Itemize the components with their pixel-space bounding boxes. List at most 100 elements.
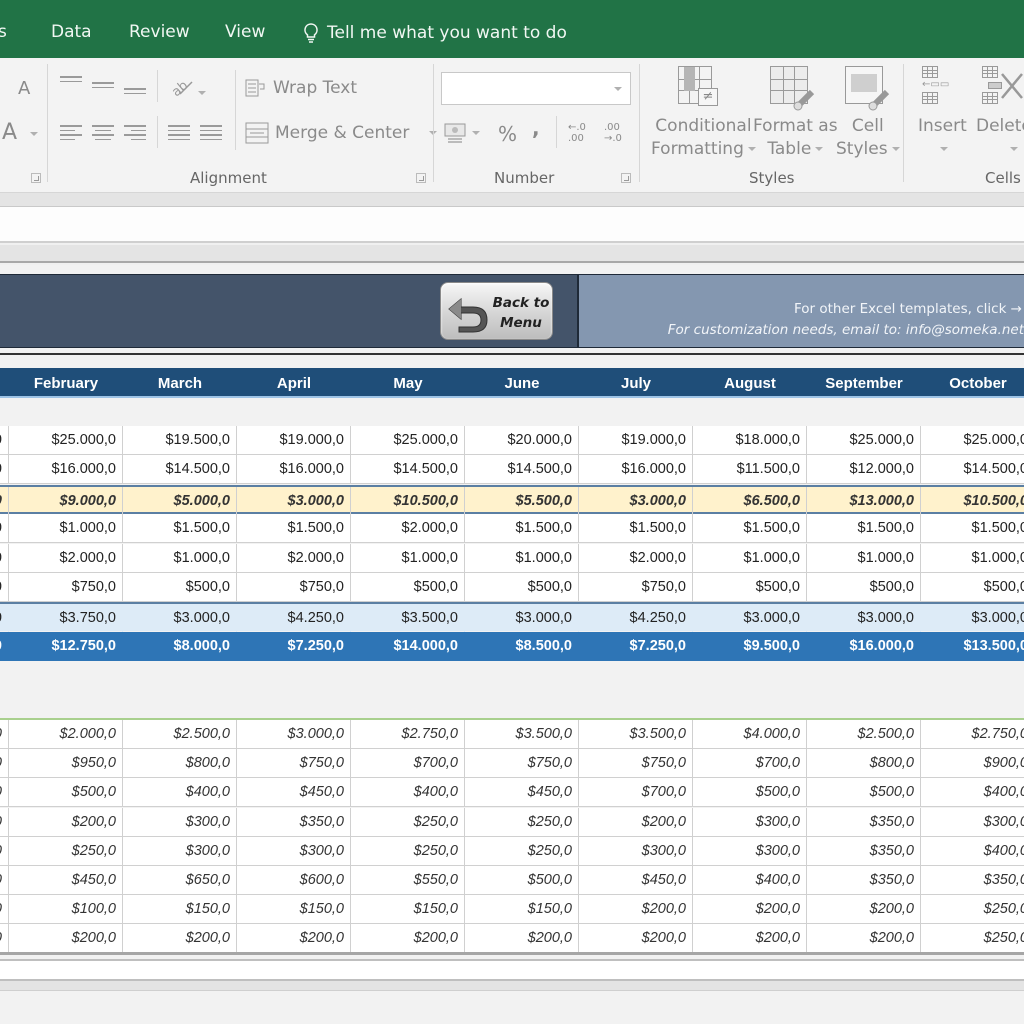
- delete-button[interactable]: Delete: [976, 115, 1024, 161]
- table-cell[interactable]: $3.000,0: [465, 604, 579, 634]
- table-cell[interactable]: $3.000,0: [237, 720, 351, 749]
- grow-font-button[interactable]: A: [18, 78, 30, 99]
- table-cell[interactable]: $700,0: [693, 749, 807, 779]
- table-cell[interactable]: $500,0: [351, 573, 465, 602]
- table-cell[interactable]: $950,0: [9, 749, 123, 779]
- table-cell[interactable]: $1.500,0: [123, 514, 237, 544]
- table-cell[interactable]: $500,0: [465, 573, 579, 602]
- table-cell[interactable]: $12.000,0: [807, 455, 921, 485]
- table-cell[interactable]: $4.250,0: [579, 604, 693, 634]
- table-cell[interactable]: $1.000,0: [921, 544, 1024, 573]
- table-cell[interactable]: $2.500,0: [123, 720, 237, 749]
- table-cell[interactable]: 0: [0, 426, 9, 455]
- table-cell[interactable]: 0: [0, 573, 9, 602]
- templates-link[interactable]: For other Excel templates, click →: [794, 301, 1022, 317]
- align-right-icon[interactable]: [124, 125, 146, 143]
- tab-review[interactable]: Review: [129, 22, 190, 42]
- table-cell[interactable]: $150,0: [123, 895, 237, 925]
- table-cell[interactable]: $1.500,0: [579, 514, 693, 544]
- table-cell[interactable]: $350,0: [807, 807, 921, 837]
- table-cell[interactable]: $750,0: [237, 749, 351, 779]
- table-cell[interactable]: $18.000,0: [693, 426, 807, 455]
- table-cell[interactable]: $20.000,0: [465, 426, 579, 455]
- table-cell[interactable]: $3.500,0: [351, 604, 465, 634]
- table-cell[interactable]: $2.750,0: [351, 720, 465, 749]
- table-cell[interactable]: 0: [0, 720, 9, 749]
- table-cell[interactable]: $1.500,0: [921, 514, 1024, 544]
- accounting-format-button[interactable]: [444, 122, 480, 144]
- table-cell[interactable]: $200,0: [579, 924, 693, 954]
- table-cell[interactable]: $300,0: [579, 836, 693, 866]
- table-cell[interactable]: $350,0: [807, 836, 921, 866]
- table-cell[interactable]: $1.000,0: [9, 514, 123, 544]
- table-cell[interactable]: $250,0: [465, 807, 579, 837]
- table-cell[interactable]: $300,0: [237, 836, 351, 866]
- table-cell[interactable]: 0: [0, 778, 9, 808]
- number-dialog-launcher-icon[interactable]: [621, 173, 631, 183]
- table-cell[interactable]: $14.500,0: [123, 455, 237, 485]
- table-cell[interactable]: $250,0: [351, 807, 465, 837]
- table-cell[interactable]: $25.000,0: [351, 426, 465, 455]
- table-cell[interactable]: $250,0: [351, 836, 465, 866]
- table-cell[interactable]: $1.000,0: [351, 543, 465, 573]
- table-cell[interactable]: $500,0: [693, 573, 807, 602]
- table-cell[interactable]: 0: [0, 866, 9, 895]
- formula-bar-input[interactable]: [0, 207, 1024, 243]
- table-cell[interactable]: $16.000,0: [9, 455, 123, 485]
- table-cell[interactable]: $500,0: [807, 573, 921, 602]
- table-cell[interactable]: $700,0: [579, 778, 693, 808]
- tab-data[interactable]: Data: [51, 22, 92, 42]
- table-cell[interactable]: $250,0: [921, 924, 1024, 954]
- table-cell[interactable]: $200,0: [9, 807, 123, 837]
- table-cell[interactable]: $1.500,0: [807, 514, 921, 544]
- conditional-formatting-button[interactable]: Conditional Formatting: [651, 115, 756, 161]
- table-cell[interactable]: 0: [0, 514, 9, 544]
- table-cell[interactable]: $100,0: [9, 895, 123, 925]
- font-dialog-launcher-icon[interactable]: [31, 173, 41, 183]
- table-cell[interactable]: $200,0: [579, 895, 693, 925]
- table-cell[interactable]: 0: [0, 631, 9, 661]
- table-cell[interactable]: $2.000,0: [9, 543, 123, 573]
- table-cell[interactable]: 0: [0, 836, 9, 866]
- table-cell[interactable]: $350,0: [807, 866, 921, 895]
- table-cell[interactable]: $550,0: [351, 866, 465, 895]
- table-cell[interactable]: $800,0: [123, 749, 237, 779]
- table-cell[interactable]: $300,0: [693, 836, 807, 866]
- table-cell[interactable]: $450,0: [9, 866, 123, 895]
- table-cell[interactable]: $750,0: [579, 749, 693, 779]
- merge-center-button[interactable]: Merge & Center: [245, 122, 438, 144]
- table-cell[interactable]: $400,0: [921, 778, 1024, 808]
- table-cell[interactable]: $14.000,0: [351, 631, 465, 661]
- table-cell[interactable]: $25.000,0: [9, 426, 123, 455]
- align-top-icon[interactable]: [60, 76, 82, 85]
- table-cell[interactable]: 0: [0, 924, 9, 954]
- table-cell[interactable]: $500,0: [9, 778, 123, 808]
- table-cell[interactable]: $600,0: [237, 866, 351, 895]
- table-cell[interactable]: $2.000,0: [351, 514, 465, 544]
- table-cell[interactable]: $2.000,0: [9, 720, 123, 749]
- table-cell[interactable]: $5.500,0: [465, 486, 579, 516]
- table-cell[interactable]: $200,0: [465, 924, 579, 954]
- table-cell[interactable]: $500,0: [123, 573, 237, 602]
- table-cell[interactable]: $350,0: [237, 807, 351, 837]
- table-cell[interactable]: $3.750,0: [9, 604, 123, 634]
- table-cell[interactable]: $25.000,0: [921, 426, 1024, 455]
- table-cell[interactable]: $5.000,0: [123, 486, 237, 516]
- align-bottom-icon[interactable]: [124, 88, 146, 97]
- table-cell[interactable]: $750,0: [579, 573, 693, 602]
- table-cell[interactable]: $4.000,0: [693, 720, 807, 749]
- table-cell[interactable]: $3.000,0: [921, 604, 1024, 633]
- table-cell[interactable]: $750,0: [465, 749, 579, 779]
- table-cell[interactable]: $500,0: [921, 573, 1024, 602]
- font-color-dropdown-icon[interactable]: [30, 132, 38, 136]
- align-middle-icon[interactable]: [92, 82, 114, 91]
- table-cell[interactable]: $2.000,0: [579, 543, 693, 573]
- table-cell[interactable]: $1.000,0: [465, 543, 579, 573]
- table-cell[interactable]: 0: [0, 486, 9, 516]
- table-cell[interactable]: $3.000,0: [123, 604, 237, 634]
- table-cell[interactable]: $1.500,0: [465, 514, 579, 544]
- table-cell[interactable]: $300,0: [123, 836, 237, 866]
- alignment-dialog-launcher-icon[interactable]: [416, 173, 426, 183]
- table-cell[interactable]: $200,0: [807, 895, 921, 925]
- table-cell[interactable]: $10.500,0: [921, 487, 1024, 516]
